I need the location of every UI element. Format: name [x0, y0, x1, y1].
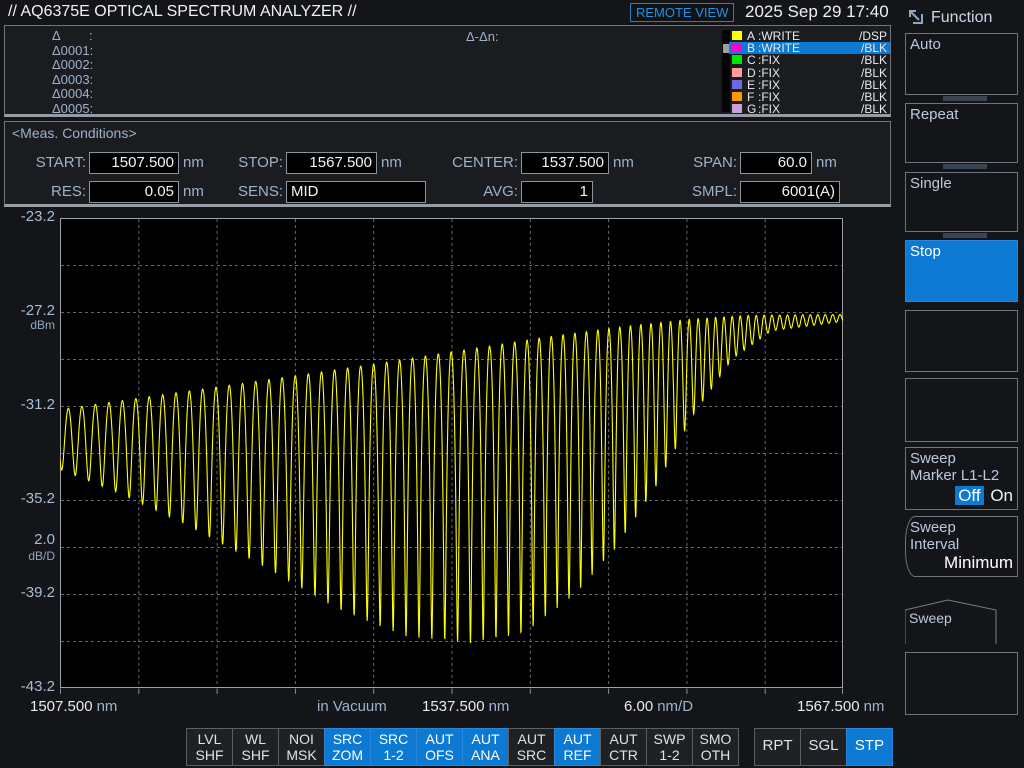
spectrum-plot-area[interactable] [60, 218, 843, 696]
marker-row: Δ0001: [52, 44, 93, 59]
function-menu-header: Function [905, 6, 992, 27]
marker-panel: Δ:Δ0001:Δ0002:Δ0003:Δ0004:Δ0005: Δ-Δn: A… [4, 25, 891, 117]
function-shortcut-toolbar: LVLSHFWLSHFNOIMSKSRCZOMSRC1-2AUTOFSAUTAN… [187, 728, 739, 766]
field-span-input[interactable]: 60.0 [740, 152, 812, 174]
trace-color-swatch [732, 55, 742, 64]
toolbar-button-rpt[interactable]: RPT [754, 728, 801, 766]
y-axis-unit: dBm [0, 318, 55, 332]
trace-color-swatch [732, 80, 742, 89]
toolbar-button-noi-msk[interactable]: NOIMSK [278, 728, 325, 766]
toolbar-button-sgl[interactable]: SGL [800, 728, 847, 766]
toolbar-button-src-1-2[interactable]: SRC1-2 [370, 728, 417, 766]
field-smpl-label: SMPL: [0, 181, 737, 203]
vacuum-note: in Vacuum [317, 698, 387, 715]
toolbar-button-aut-src[interactable]: AUTSRC [508, 728, 555, 766]
field-span-label: SPAN: [0, 152, 737, 174]
trace-row-G[interactable]: G:FIX/BLK [729, 103, 890, 115]
trace-color-swatch [732, 43, 742, 52]
datetime: 2025 Sep 29 17:40 [745, 2, 889, 22]
y-axis-tick-label: -39.2 [0, 584, 55, 601]
sweep-shortcut-toolbar: RPTSGLSTP [755, 728, 893, 766]
toolbar-button-swp-1-2[interactable]: SWP1-2 [646, 728, 693, 766]
marker-row: Δ0005: [52, 102, 93, 117]
softkey-connector [943, 164, 987, 169]
trace-color-swatch [732, 31, 742, 40]
toolbar-button-src-zom[interactable]: SRCZOM [324, 728, 371, 766]
toolbar-button-stp[interactable]: STP [846, 728, 893, 766]
softkey-button-empty-4[interactable] [905, 310, 1018, 372]
x-axis-scale-label: 6.00nm/D [624, 698, 693, 715]
field-smpl-input[interactable]: 6001(A) [740, 181, 840, 203]
softkey-button-single[interactable]: Single [905, 172, 1018, 232]
toolbar-button-aut-ctr[interactable]: AUTCTR [600, 728, 647, 766]
toolbar-button-aut-ana[interactable]: AUTANA [462, 728, 509, 766]
field-span-unit: nm [816, 152, 837, 174]
softkey-button-empty-5[interactable] [905, 378, 1018, 442]
marker-list: Δ:Δ0001:Δ0002:Δ0003:Δ0004:Δ0005: [52, 29, 93, 117]
softkey-button-stop[interactable]: Stop [905, 240, 1018, 302]
remote-view-badge: REMOTE VIEW [630, 3, 734, 22]
marker-row: Δ0003: [52, 73, 93, 88]
y-axis-tick-label: -27.2 [0, 302, 55, 319]
trace-row-C[interactable]: C:FIX/BLK [729, 54, 890, 66]
level-scale-value: 2.0 [0, 531, 55, 548]
toolbar-button-lvl-shf[interactable]: LVLSHF [186, 728, 233, 766]
y-axis-tick-label: -23.2 [0, 208, 55, 225]
trace-color-swatch [732, 104, 742, 113]
sweep-marker-l1-l2-button[interactable]: Sweep Marker L1-L2 Off On [905, 447, 1018, 510]
delta-delta-n-label: Δ-Δn: [466, 29, 499, 44]
x-axis-center-label: 1537.500nm [422, 698, 509, 715]
toolbar-button-smo-oth[interactable]: SMOOTH [692, 728, 739, 766]
app-title: // AQ6375E OPTICAL SPECTRUM ANALYZER // [8, 3, 357, 21]
softkey-connector [943, 96, 987, 101]
x-axis-stop-label: 1567.500nm [797, 698, 884, 715]
softkey-button-repeat[interactable]: Repeat [905, 103, 1018, 163]
y-axis-tick-label: -35.2 [0, 490, 55, 507]
trace-list: A:WRITE/DSPB:WRITE/BLKC:FIX/BLKD:FIX/BLK… [729, 30, 890, 115]
trace-color-swatch [732, 92, 742, 101]
softkey-button-empty-bottom[interactable] [905, 652, 1018, 715]
marker-row: Δ0002: [52, 58, 93, 73]
softkey-button-auto[interactable]: Auto [905, 33, 1018, 95]
osa-remote-view-window: // AQ6375E OPTICAL SPECTRUM ANALYZER // … [0, 0, 1024, 768]
y-axis-tick-label: -43.2 [0, 678, 55, 695]
sweep-interval-value: Minimum [944, 553, 1013, 573]
toolbar-button-wl-shf[interactable]: WLSHF [232, 728, 279, 766]
sweep-marker-on-option[interactable]: On [990, 486, 1013, 505]
sweep-menu-group-tab[interactable]: Sweep [905, 598, 997, 645]
trace-color-swatch [732, 68, 742, 77]
marker-row: Δ: [52, 29, 93, 44]
sweep-marker-off-option[interactable]: Off [955, 486, 983, 505]
toolbar-button-aut-ofs[interactable]: AUTOFS [416, 728, 463, 766]
y-axis-tick-label: -31.2 [0, 396, 55, 413]
trace-row-D[interactable]: D:FIX/BLK [729, 67, 890, 79]
softkey-connector [943, 233, 987, 238]
softkey-sidebar: Function Auto Repeat Single Stop Sweep Mark… [896, 0, 1024, 768]
sweep-interval-button[interactable]: Sweep Interval Minimum [905, 516, 1018, 577]
marker-row: Δ0004: [52, 87, 93, 102]
meas-conditions-header: <Meas. Conditions> [12, 125, 137, 141]
level-scale-unit: dB/D [0, 549, 55, 563]
toolbar-button-aut-ref[interactable]: AUTREF [554, 728, 601, 766]
function-icon [905, 6, 925, 26]
x-axis-start-label: 1507.500nm [30, 698, 117, 715]
